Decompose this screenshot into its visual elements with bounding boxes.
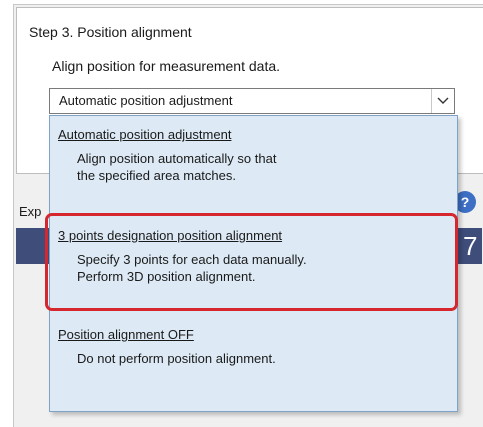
bar-glyph: 7 xyxy=(463,231,478,261)
alignment-mode-select[interactable]: Automatic position adjustment xyxy=(49,88,455,114)
option-automatic-position-adjustment[interactable]: Automatic position adjustment Align posi… xyxy=(58,127,453,184)
option-description-line: Do not perform position alignment. xyxy=(77,351,276,366)
step-description: Align position for measurement data. xyxy=(52,58,281,74)
highlight-box xyxy=(45,213,458,311)
option-title: Position alignment OFF xyxy=(58,327,194,342)
chevron-down-icon[interactable] xyxy=(431,89,454,113)
option-position-alignment-off[interactable]: Position alignment OFF Do not perform po… xyxy=(58,327,453,367)
option-title: Automatic position adjustment xyxy=(58,127,232,142)
select-value: Automatic position adjustment xyxy=(59,93,233,108)
option-description-line: the specified area matches. xyxy=(77,168,236,183)
option-description-line: Align position automatically so that xyxy=(77,151,277,166)
step-title: Step 3. Position alignment xyxy=(29,24,192,40)
